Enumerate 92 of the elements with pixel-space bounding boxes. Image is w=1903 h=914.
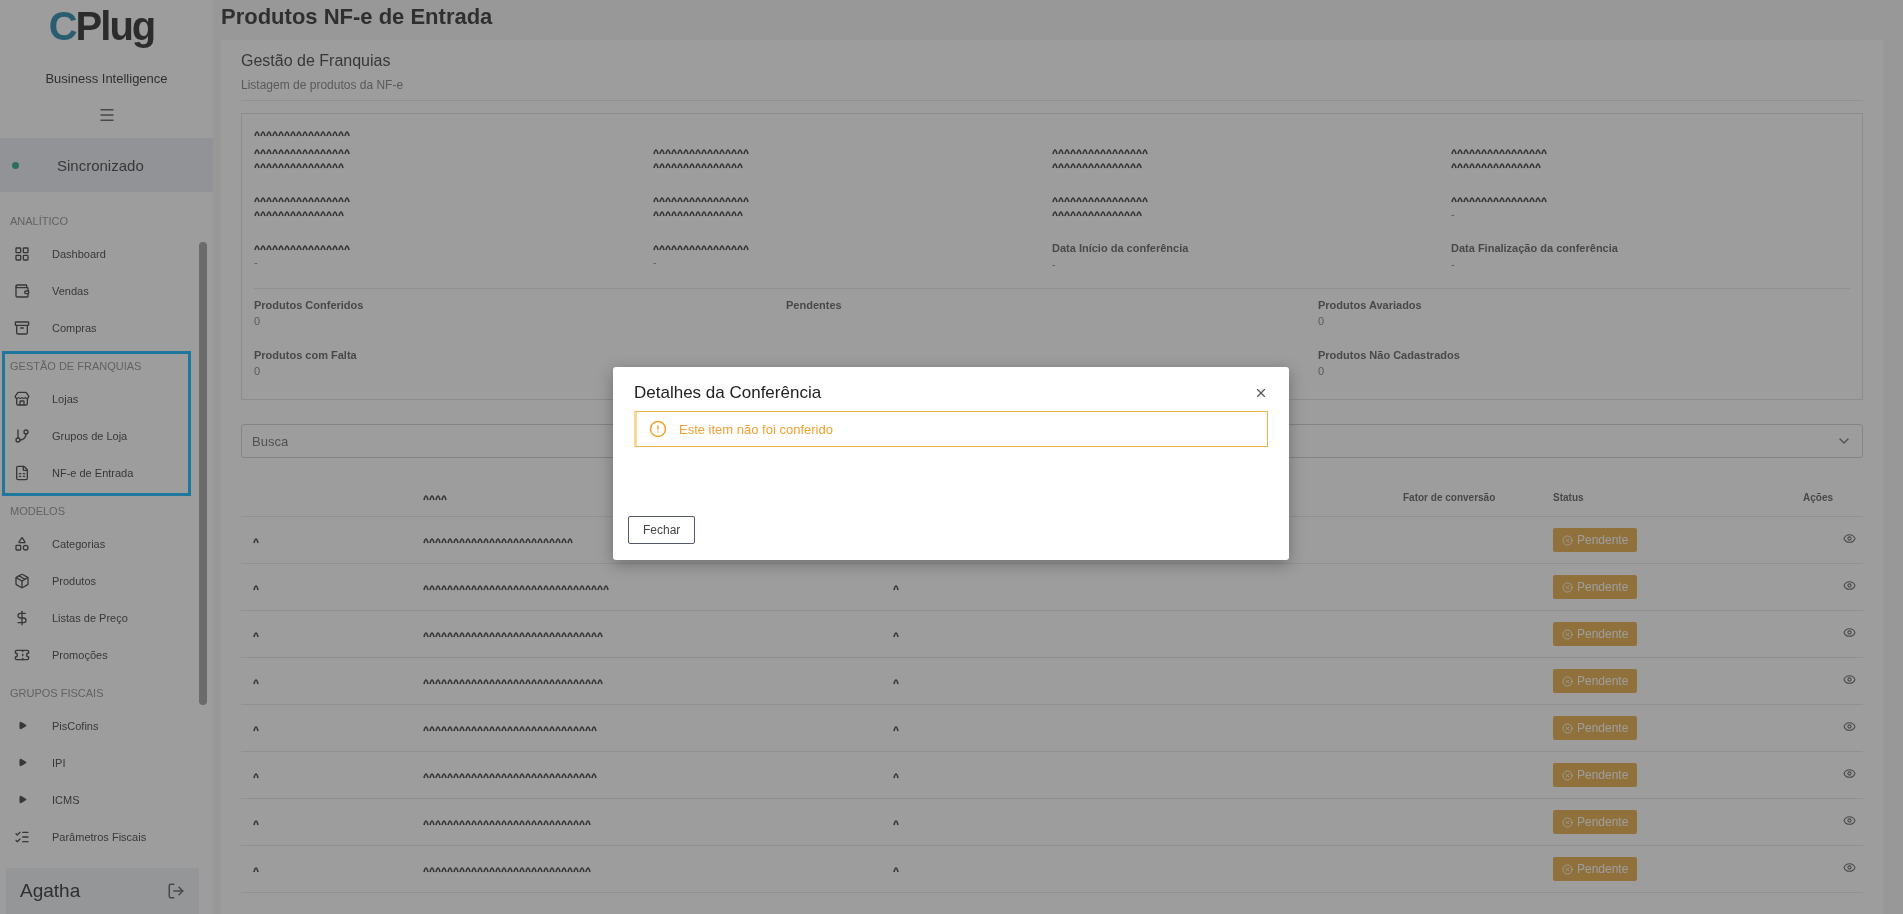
section-title: GRUPOS FISCAIS <box>9 686 105 701</box>
counter-label: Produtos Avariados <box>1318 299 1423 311</box>
field-label: Data Finalização da conferência <box>1451 242 1619 254</box>
view-icon[interactable] <box>1843 673 1856 686</box>
redacted-text-drawing <box>253 770 259 780</box>
grid-icon <box>12 245 32 262</box>
section-title: GESTÃO DE FRANQUIAS <box>9 359 143 374</box>
view-icon[interactable] <box>1843 767 1856 780</box>
nav-item[interactable]: Categorias <box>5 525 188 562</box>
nav-item[interactable]: Listas de Preço <box>5 599 188 636</box>
section-title: MODELOS <box>9 504 66 519</box>
view-icon[interactable] <box>1843 626 1856 639</box>
column-header: Fator de conversão <box>1403 491 1497 503</box>
alert-text: Este item não foi conferido <box>679 421 833 437</box>
field-value: - <box>1451 258 1456 270</box>
store-icon <box>12 390 32 407</box>
nav-item[interactable]: Dashboard <box>5 235 188 272</box>
redacted-text-drawing <box>253 864 259 874</box>
redacted-text-drawing <box>893 770 899 780</box>
redacted-text-drawing <box>893 629 899 639</box>
nav-item[interactable]: Vendas <box>5 272 188 309</box>
field-value: - <box>1451 208 1456 220</box>
status-badge: Pendente <box>1553 716 1638 740</box>
app-subtitle: Business Intelligence <box>45 71 168 86</box>
redacted-text-drawing <box>253 676 259 686</box>
shapes-icon <box>12 535 32 552</box>
nav-item[interactable]: Parâmetros Fiscais <box>5 818 188 855</box>
status-badge: Pendente <box>1553 857 1638 881</box>
redacted-text-drawing <box>893 582 899 592</box>
counter-label: Produtos Não Cadastrados <box>1318 349 1461 361</box>
nav-item[interactable]: Promoções <box>5 636 188 673</box>
counter-label: Pendentes <box>786 299 843 311</box>
view-icon[interactable] <box>1843 532 1856 545</box>
card-title: Gestão de Franquias <box>241 52 392 70</box>
menu-icon[interactable] <box>97 106 116 124</box>
dialog-title: Detalhes da Conferência <box>634 383 822 403</box>
counter-value: 0 <box>254 315 262 327</box>
redacted-text-drawing <box>253 535 259 545</box>
view-icon[interactable] <box>1843 720 1856 733</box>
logo: CPlug <box>48 4 156 49</box>
sync-status: Sincronizado <box>57 156 144 174</box>
scrollbar[interactable] <box>199 242 207 705</box>
redacted-text-drawing <box>253 817 259 827</box>
logout-icon[interactable] <box>167 882 185 900</box>
redacted-text-drawing <box>253 582 259 592</box>
counter-value: 0 <box>1318 315 1326 327</box>
archive-icon <box>12 319 32 336</box>
nav-item[interactable]: Grupos de Loja <box>5 417 188 454</box>
nav-item[interactable]: IPI <box>5 744 188 781</box>
view-icon[interactable] <box>1843 814 1856 827</box>
status-badge: Pendente <box>1553 763 1638 787</box>
nav-item[interactable]: ICMS <box>5 781 188 818</box>
page-title: Produtos NF-e de Entrada <box>221 4 494 30</box>
user-name: Agatha <box>20 880 81 902</box>
redacted-text-drawing <box>893 817 899 827</box>
column-header: Ações <box>1803 491 1834 503</box>
field-label: Data Início da conferência <box>1052 242 1190 254</box>
wallet-icon <box>12 282 32 299</box>
nav-item[interactable]: Produtos <box>5 562 188 599</box>
redacted-text-drawing <box>423 492 447 502</box>
nav-item[interactable]: PisCofins <box>5 707 188 744</box>
redacted-text-drawing <box>253 723 259 733</box>
view-icon[interactable] <box>1843 579 1856 592</box>
redacted-text-drawing <box>253 629 259 639</box>
box-icon <box>12 572 32 589</box>
close-dialog-button[interactable]: Fechar <box>628 516 696 544</box>
redacted-text-drawing <box>893 864 899 874</box>
warning-icon <box>649 420 667 438</box>
card-subtitle: Listagem de produtos da NF-e <box>241 78 1863 101</box>
counter-label: Produtos com Falta <box>254 349 358 361</box>
section-title: ANALÍTICO <box>9 214 70 229</box>
status-badge: Pendente <box>1553 622 1638 646</box>
branch-icon <box>12 427 32 444</box>
close-button[interactable] <box>1254 386 1268 400</box>
field-value: - <box>1052 258 1057 270</box>
counter-label: Produtos Conferidos <box>254 299 365 311</box>
status-badge: Pendente <box>1553 669 1638 693</box>
column-header: Status <box>1553 491 1585 503</box>
counter-value: 0 <box>1318 365 1326 377</box>
redacted-text-drawing <box>893 723 899 733</box>
counter-value: 0 <box>254 365 262 377</box>
nav-item[interactable]: Compras <box>5 309 188 346</box>
view-icon[interactable] <box>1843 861 1856 874</box>
status-badge: Pendente <box>1553 575 1638 599</box>
field-value: - <box>254 256 259 268</box>
status-badge: Pendente <box>1553 810 1638 834</box>
redacted-text-drawing <box>893 676 899 686</box>
status-dot <box>12 161 19 169</box>
nav-item[interactable]: Lojas <box>5 380 188 417</box>
status-badge: Pendente <box>1553 528 1638 552</box>
field-value: - <box>653 256 658 268</box>
nav-item[interactable]: NF-e de Entrada <box>5 454 188 491</box>
